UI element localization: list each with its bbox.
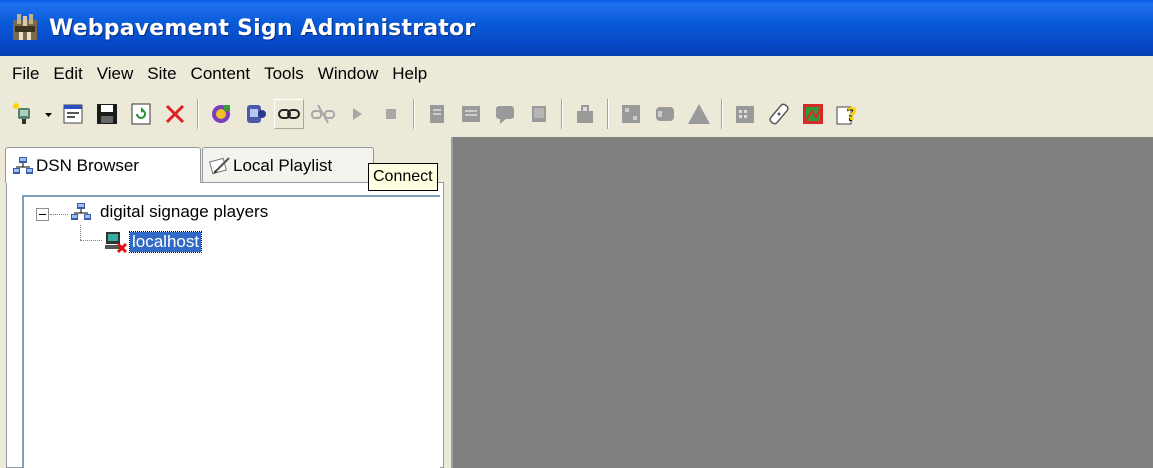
content-a-button[interactable] <box>422 99 452 129</box>
delete-icon <box>165 104 185 124</box>
network-icon <box>71 203 91 220</box>
toolbar-separator <box>413 99 415 129</box>
remote-icon <box>769 103 789 125</box>
calendar-icon <box>736 106 754 123</box>
menu-bar: File Edit View Site Content Tools Window… <box>0 56 1153 91</box>
map-button[interactable] <box>798 99 828 129</box>
tree-node-root[interactable]: digital signage players <box>70 201 268 223</box>
connect-tooltip: Connect <box>368 163 438 191</box>
chevron-down-icon <box>44 112 52 117</box>
tree-node-root-label: digital signage players <box>100 202 269 221</box>
toolbar-separator <box>561 99 563 129</box>
network-icon <box>13 156 33 174</box>
content-c-button[interactable] <box>490 99 520 129</box>
player-disconnected-icon <box>105 232 128 254</box>
new-connection-icon <box>13 103 30 124</box>
delete-button[interactable] <box>160 99 190 129</box>
alert-icon <box>688 104 710 124</box>
menu-file[interactable]: File <box>5 62 46 86</box>
tree-connector <box>80 225 81 240</box>
map-icon <box>803 104 823 124</box>
screen-button[interactable] <box>650 99 680 129</box>
content-d-button[interactable] <box>524 99 554 129</box>
toolbar-separator <box>197 99 199 129</box>
menu-tools[interactable]: Tools <box>257 62 311 86</box>
connect-icon <box>278 109 300 119</box>
dsn-tree[interactable]: digital signage players localhost <box>22 195 440 468</box>
menu-window[interactable]: Window <box>311 62 385 86</box>
disconnect-icon <box>311 104 335 124</box>
tree-collapse-toggle[interactable] <box>36 208 49 221</box>
menu-help[interactable]: Help <box>385 62 434 86</box>
content-b-icon <box>462 106 480 122</box>
tab-dsn-browser-label: DSN Browser <box>36 155 139 175</box>
help-icon: ?? <box>836 104 857 126</box>
preview-button[interactable] <box>240 99 270 129</box>
connect-button[interactable] <box>274 99 304 129</box>
menu-view[interactable]: View <box>90 62 141 86</box>
toolbar-separator <box>607 99 609 129</box>
play-button[interactable] <box>342 99 372 129</box>
save-icon <box>97 104 117 124</box>
help-button[interactable]: ?? <box>832 99 862 129</box>
upload-icon <box>577 105 593 123</box>
toolbar-separator <box>721 99 723 129</box>
calendar-button[interactable] <box>730 99 760 129</box>
tree-node-localhost[interactable]: localhost <box>104 230 203 254</box>
publish-icon <box>212 105 230 123</box>
stop-icon <box>386 109 396 119</box>
preview-icon <box>247 105 266 123</box>
content-d-icon <box>532 106 546 122</box>
refresh-icon <box>131 103 151 125</box>
alert-button[interactable] <box>684 99 714 129</box>
tree-connector <box>80 240 102 241</box>
refresh-button[interactable] <box>126 99 156 129</box>
content-a-icon <box>430 105 444 123</box>
remote-button[interactable] <box>764 99 794 129</box>
playlist-icon <box>209 156 230 174</box>
tree-node-localhost-label: localhost <box>128 231 203 253</box>
upload-button[interactable] <box>570 99 600 129</box>
tab-local-playlist[interactable]: Local Playlist <box>202 147 374 183</box>
tab-dsn-browser[interactable]: DSN Browser <box>5 147 201 183</box>
svg-text:?: ? <box>847 104 857 125</box>
menu-site[interactable]: Site <box>140 62 183 86</box>
new-connection-dropdown[interactable] <box>42 99 54 129</box>
region-button[interactable] <box>616 99 646 129</box>
toolbar: ?? <box>0 91 1153 137</box>
properties-button[interactable] <box>58 99 88 129</box>
app-icon <box>13 14 37 40</box>
window-title: Webpavement Sign Administrator <box>49 15 476 41</box>
save-button[interactable] <box>92 99 122 129</box>
stop-button[interactable] <box>376 99 406 129</box>
disconnect-button[interactable] <box>308 99 338 129</box>
tree-connector <box>50 214 68 215</box>
menu-content[interactable]: Content <box>184 62 258 86</box>
content-c-icon <box>496 106 514 124</box>
properties-icon <box>63 104 83 124</box>
tree-panel: digital signage players localhost <box>6 182 444 468</box>
tab-local-playlist-label: Local Playlist <box>233 155 333 175</box>
title-bar[interactable]: Webpavement Sign Administrator <box>0 0 1153 56</box>
new-connection-button[interactable] <box>8 99 38 129</box>
region-icon <box>622 105 640 123</box>
menu-edit[interactable]: Edit <box>46 62 89 86</box>
workspace-area[interactable] <box>451 137 1153 468</box>
publish-button[interactable] <box>206 99 236 129</box>
content-b-button[interactable] <box>456 99 486 129</box>
screen-icon <box>656 107 674 121</box>
play-icon <box>353 108 362 120</box>
